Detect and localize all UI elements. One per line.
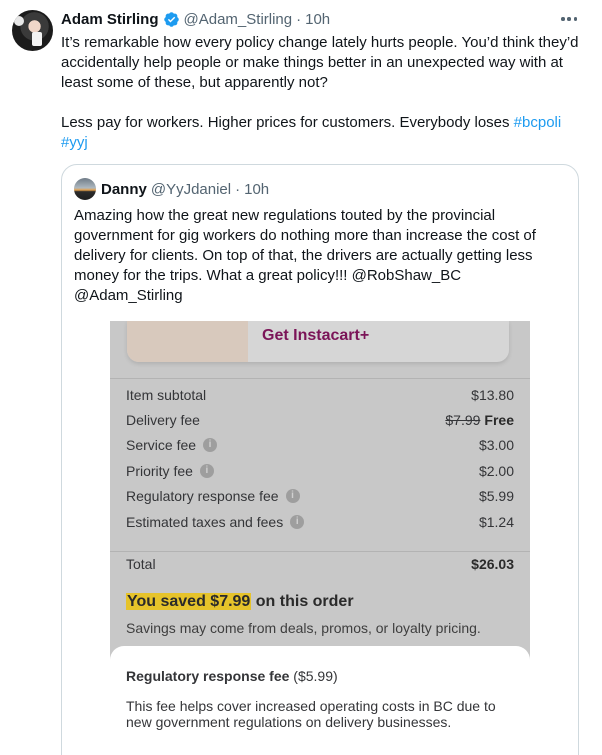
quoted-author-avatar[interactable] (74, 178, 96, 200)
fee-label: Delivery fee (126, 412, 200, 428)
info-icon: i (203, 438, 218, 452)
quoted-tweet-timestamp[interactable]: 10h (244, 181, 269, 198)
fee-label: Service fee (126, 437, 197, 453)
fee-value: Free (484, 412, 514, 428)
fee-row-item-subtotal: Item subtotal $13.80 (126, 385, 514, 405)
total-label: Total (126, 556, 156, 572)
fee-value: $1.24 (478, 514, 514, 530)
sheet-body: This fee helps cover increased operating… (126, 698, 496, 730)
info-icon: i (290, 515, 305, 529)
separator-dot: · (235, 180, 241, 198)
fee-label-group: Estimated taxes and fees i (126, 514, 305, 530)
savings-message: You saved $7.99 on this order (126, 593, 354, 611)
savings-highlight: You saved $7.99 (126, 593, 252, 610)
hashtag-bcpoli[interactable]: #bcpoli (514, 114, 562, 131)
author-avatar[interactable] (12, 10, 53, 51)
tweet[interactable]: Adam Stirling @Adam_Stirling · 10h It’s … (0, 0, 602, 755)
sheet-title: Regulatory response fee ($5.99) (126, 668, 338, 684)
tweet-text-paragraph-2: Less pay for workers. Higher prices for … (61, 113, 591, 153)
attached-image[interactable]: Get Instacart+ Item subtotal $13.80 Deli… (110, 321, 530, 755)
verified-badge-icon (163, 11, 179, 27)
separator-dot: · (296, 10, 302, 28)
fee-label: Item subtotal (126, 387, 207, 403)
original-fee-value: $7.99 (445, 412, 481, 428)
fee-row-service-fee: Service fee i $3.00 (126, 435, 514, 455)
fee-value: $2.00 (478, 463, 514, 479)
quoted-tweet-header: Danny @YyJdaniel · 10h (74, 178, 269, 200)
tweet-timestamp[interactable]: 10h (305, 11, 330, 28)
fee-value: $13.80 (471, 387, 514, 403)
hashtag-yyj[interactable]: #yyj (61, 134, 88, 151)
fee-value: $3.00 (478, 437, 514, 453)
divider (110, 378, 530, 379)
tweet-text-paragraph-1: It’s remarkable how every policy change … (61, 34, 579, 91)
fee-label: Regulatory response fee (126, 488, 279, 504)
quoted-author-handle[interactable]: @YyJdaniel (151, 181, 231, 198)
savings-note: Savings may come from deals, promos, or … (126, 620, 481, 636)
savings-message-rest: on this order (251, 593, 354, 610)
tweet-header: Adam Stirling @Adam_Stirling · 10h (61, 9, 330, 29)
fee-row-delivery-fee: Delivery fee $7.99 Free (126, 410, 514, 430)
fee-row-estimated-taxes: Estimated taxes and fees i $1.24 (126, 512, 514, 532)
fee-label: Estimated taxes and fees (126, 514, 284, 530)
author-handle[interactable]: @Adam_Stirling (184, 11, 293, 28)
fee-value-group: $7.99 Free (445, 412, 514, 428)
fee-info-sheet: Regulatory response fee ($5.99) This fee… (110, 646, 530, 755)
quoted-author-name[interactable]: Danny (101, 181, 147, 198)
fee-label-group: Priority fee i (126, 463, 214, 479)
sheet-title-amount: ($5.99) (289, 668, 338, 684)
quoted-tweet-text: Amazing how the great new regulations to… (74, 207, 536, 304)
info-icon: i (199, 464, 214, 478)
banner-image (127, 321, 248, 362)
banner-label: Get Instacart+ (262, 327, 370, 344)
divider (110, 551, 530, 552)
tweet-text: It’s remarkable how every policy change … (61, 33, 591, 153)
author-name[interactable]: Adam Stirling (61, 11, 159, 28)
sheet-title-label: Regulatory response fee (126, 668, 290, 684)
info-icon: i (285, 489, 300, 503)
total-value: $26.03 (471, 556, 514, 572)
fee-row-priority-fee: Priority fee i $2.00 (126, 461, 514, 481)
fee-value: $5.99 (478, 488, 514, 504)
instacart-plus-banner: Get Instacart+ (127, 321, 509, 362)
fee-label: Priority fee (126, 463, 193, 479)
total-row: Total $26.03 (126, 554, 514, 574)
more-options-icon[interactable] (558, 10, 580, 28)
tweet-text-line: Less pay for workers. Higher prices for … (61, 114, 514, 131)
fee-label-group: Service fee i (126, 437, 218, 453)
fee-label-group: Regulatory response fee i (126, 488, 300, 504)
fee-row-regulatory-response-fee: Regulatory response fee i $5.99 (126, 486, 514, 506)
quoted-tweet[interactable]: Danny @YyJdaniel · 10h Amazing how the g… (61, 164, 579, 755)
